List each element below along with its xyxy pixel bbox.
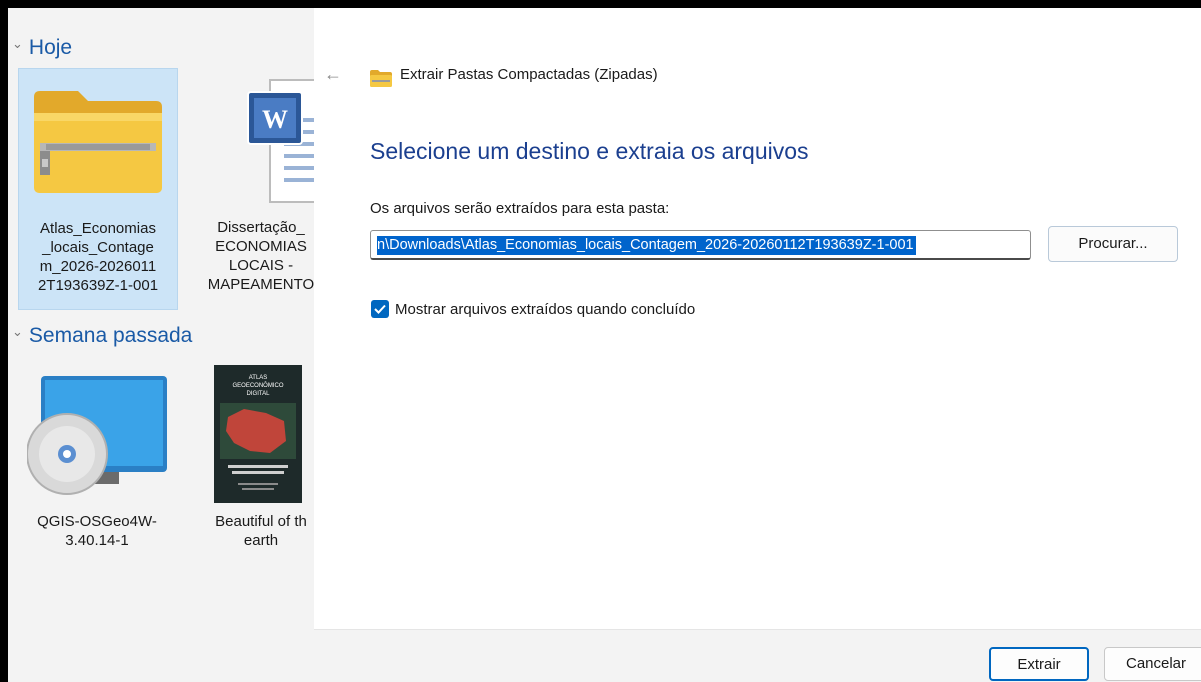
thumbnail-text-3: DIGITAL — [247, 391, 271, 397]
group-header-label: Semana passada — [28, 324, 193, 347]
back-arrow-icon[interactable]: ← — [324, 64, 342, 85]
browse-button[interactable]: Procurar... — [1048, 226, 1178, 262]
file-label: QGIS-OSGeo4W- 3.40.14-1 — [37, 513, 157, 549]
extract-dialog: ← Extrair Pastas Compactadas (Zipadas) S… — [314, 8, 1201, 682]
file-explorer-pane: ⌄ Hoje Atlas_Economias _locais_Contage m… — [8, 8, 314, 682]
thumbnail-text-2: GEOECONÔMICO — [232, 382, 283, 389]
file-item-beautiful-earth[interactable]: ATLAS GEOECONÔMICO DIGITAL Beautiful of … — [182, 360, 314, 560]
file-item-qgis[interactable]: QGIS-OSGeo4W- 3.40.14-1 — [18, 360, 176, 560]
group-header-today[interactable]: ⌄ Hoje — [12, 36, 72, 60]
chevron-icon: ⌄ — [12, 324, 23, 339]
extract-button[interactable]: Extrair — [989, 647, 1089, 681]
dialog-instruction: Selecione um destino e extraia os arquiv… — [370, 138, 809, 164]
thumbnail-text-1: ATLAS — [249, 375, 268, 381]
cancel-button[interactable]: Cancelar — [1104, 647, 1201, 681]
show-files-label: Mostrar arquivos extraídos quando conclu… — [395, 300, 696, 318]
word-document-icon: W — [247, 79, 314, 203]
zip-folder-icon — [370, 70, 392, 87]
destination-label: Os arquivos serão extraídos para esta pa… — [370, 200, 670, 217]
destination-path-value[interactable]: n\Downloads\Atlas_Economias_locais_Conta… — [377, 236, 916, 255]
file-label: Beautiful of th earth — [215, 513, 307, 549]
group-header-last-week[interactable]: ⌄ Semana passada — [12, 324, 192, 348]
dialog-title: Extrair Pastas Compactadas (Zipadas) — [400, 66, 658, 83]
checkmark-icon — [374, 304, 386, 314]
zip-folder-icon — [34, 91, 162, 193]
show-files-checkbox[interactable] — [371, 300, 389, 318]
file-label: Dissertação_ ECONOMIAS LOCAIS - MAPEAMEN… — [207, 219, 314, 293]
svg-text:W: W — [262, 105, 288, 134]
group-header-label: Hoje — [28, 36, 73, 59]
atlas-cover-thumbnail: ATLAS GEOECONÔMICO DIGITAL — [214, 365, 302, 503]
destination-path-input[interactable]: n\Downloads\Atlas_Economias_locais_Conta… — [370, 230, 1031, 260]
file-item-dissertacao[interactable]: W Dissertação_ ECONOMIAS LOCAIS - MAPEAM… — [182, 68, 314, 308]
file-item-atlas-zip[interactable]: Atlas_Economias _locais_Contage m_2026-2… — [18, 68, 178, 310]
chevron-icon: ⌄ — [12, 36, 23, 51]
installer-disc-icon — [27, 376, 167, 495]
file-label: Atlas_Economias _locais_Contage m_2026-2… — [37, 220, 159, 294]
show-files-option[interactable]: Mostrar arquivos extraídos quando conclu… — [371, 300, 695, 318]
